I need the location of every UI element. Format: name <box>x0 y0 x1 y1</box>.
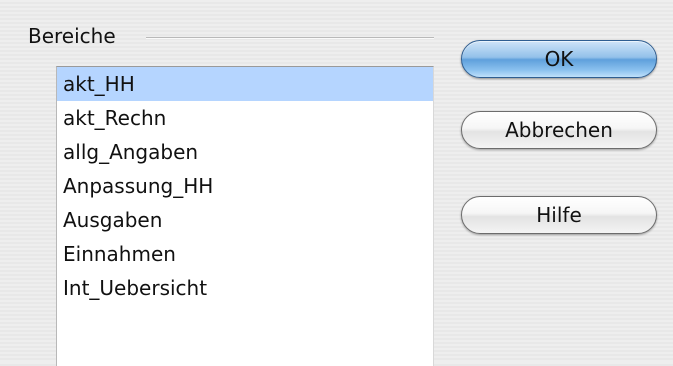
group-divider <box>146 37 434 39</box>
list-item-allg-angaben[interactable]: allg_Angaben <box>57 135 433 169</box>
list-item-int-uebersicht[interactable]: Int_Uebersicht <box>57 271 433 305</box>
list-item-anpassung-hh[interactable]: Anpassung_HH <box>57 169 433 203</box>
cancel-button[interactable]: Abbrechen <box>461 111 657 149</box>
ranges-group-header: Bereiche <box>28 22 434 52</box>
ok-button[interactable]: OK <box>461 40 657 78</box>
group-title: Bereiche <box>28 24 116 48</box>
help-button[interactable]: Hilfe <box>461 196 657 234</box>
list-item-ausgaben[interactable]: Ausgaben <box>57 203 433 237</box>
list-item-einnahmen[interactable]: Einnahmen <box>57 237 433 271</box>
list-item-akt-hh[interactable]: akt_HH <box>57 67 433 101</box>
ranges-listbox[interactable]: akt_HH akt_Rechn allg_Angaben Anpassung_… <box>56 66 434 366</box>
list-item-akt-rechn[interactable]: akt_Rechn <box>57 101 433 135</box>
